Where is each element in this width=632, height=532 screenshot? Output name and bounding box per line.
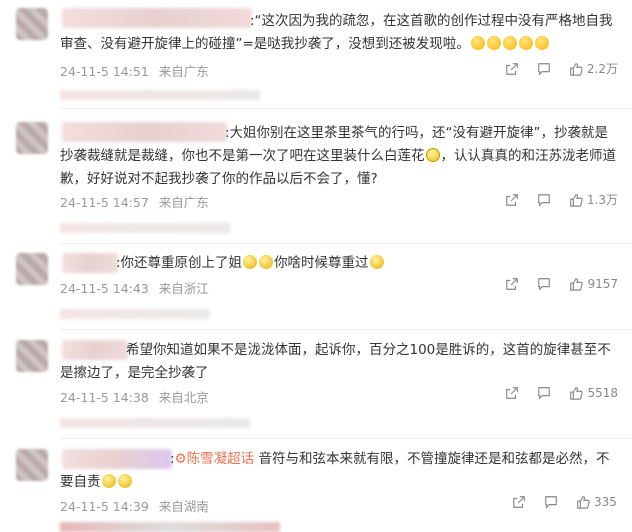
comment-meta: 24-11-5 14:57 来自广东 — [60, 192, 215, 211]
comment-date: 24-11-5 14:38 — [60, 390, 149, 405]
reply-preview-blurred — [60, 418, 250, 428]
avatar[interactable] — [16, 8, 48, 40]
comment-actions: 9157 — [487, 277, 618, 291]
comment-actions: 5518 — [487, 386, 618, 400]
emoji-icon — [243, 255, 258, 269]
comment-location: 来自北京 — [158, 390, 209, 405]
emoji-icon — [369, 255, 384, 269]
avatar[interactable] — [16, 253, 48, 285]
share-icon[interactable] — [512, 495, 526, 509]
like-icon[interactable] — [569, 62, 583, 76]
like-count: 335 — [594, 495, 617, 509]
share-icon[interactable] — [505, 386, 519, 400]
divider — [60, 329, 632, 330]
reply-preview-blurred — [60, 522, 280, 532]
like-icon[interactable] — [576, 495, 590, 509]
avatar[interactable] — [16, 340, 48, 372]
emoji-icon — [534, 36, 549, 50]
emoji-icon — [470, 36, 485, 50]
comment-location: 来自广东 — [158, 195, 209, 210]
comment-meta: 24-11-5 14:39 来自湖南 — [60, 496, 215, 515]
comment-text: 希望你知道如果不是泷泷体面，起诉你，百分之100是胜诉的，这首的旋律甚至不是擦边… — [60, 339, 620, 385]
like-count: 1.3万 — [586, 193, 618, 207]
chaohua-icon: ⚙ — [174, 451, 187, 467]
comment-date: 24-11-5 14:57 — [60, 195, 149, 210]
comment-location: 来自湖南 — [158, 499, 209, 514]
avatar[interactable] — [16, 449, 48, 481]
divider — [60, 108, 632, 109]
divider — [60, 243, 632, 244]
comment-date: 24-11-5 14:43 — [60, 281, 149, 296]
comment-date: 24-11-5 14:51 — [60, 64, 149, 79]
like-icon[interactable] — [569, 277, 584, 291]
comment-meta: 24-11-5 14:38 来自北京 — [60, 387, 215, 406]
like-count: 2.2万 — [586, 62, 618, 76]
comment-text: :大姐你别在这里茶里茶气的行吗，还“没有避开旋律”，抄袭就是抄袭裁缝就是裁缝，你… — [60, 122, 620, 191]
reply-preview-blurred — [60, 223, 230, 233]
emoji-icon — [101, 474, 116, 488]
like-count: 5518 — [587, 386, 618, 400]
emoji-icon — [502, 36, 517, 50]
emoji-icon — [117, 474, 132, 488]
comment-location: 来自广东 — [158, 64, 209, 79]
emoji-icon — [259, 255, 274, 269]
reply-preview-blurred — [60, 309, 210, 319]
emoji-icon — [425, 148, 440, 162]
comment-text-content: 你啥时候尊重过 — [274, 255, 369, 271]
emoji-icon — [486, 36, 501, 50]
emoji-icon — [518, 36, 533, 50]
like-count: 9157 — [587, 277, 618, 291]
comment-icon[interactable] — [537, 62, 551, 76]
reply-preview-blurred — [60, 90, 260, 100]
comment-actions: 2.2万 — [487, 60, 618, 77]
topic-mention-link[interactable]: 陈雪凝超话 — [187, 451, 255, 467]
comment-icon[interactable] — [544, 495, 558, 509]
avatar[interactable] — [16, 122, 48, 154]
comment-text-content: 希望你知道如果不是泷泷体面，起诉你，百分之100是胜诉的，这首的旋律甚至不是擦边… — [60, 342, 611, 381]
comment-date: 24-11-5 14:39 — [60, 499, 149, 514]
comment-actions: 335 — [494, 495, 618, 509]
comment-text-content: :你还尊重原创上了姐 — [116, 255, 243, 271]
comment-text: :“这次因为我的疏忽，在这首歌的创作过程中没有严格地自我审查、没有避开旋律上的碰… — [60, 10, 620, 56]
share-icon[interactable] — [505, 277, 519, 291]
like-icon[interactable] — [569, 386, 584, 400]
comment-text: :你还尊重原创上了姐 你啥时候尊重过 — [60, 252, 620, 275]
comment-actions: 1.3万 — [487, 191, 618, 208]
share-icon[interactable] — [505, 62, 519, 76]
like-icon[interactable] — [569, 193, 583, 207]
comment-icon[interactable] — [537, 386, 551, 400]
comment-meta: 24-11-5 14:43 来自浙江 — [60, 278, 215, 297]
share-icon[interactable] — [505, 193, 519, 207]
comment-text-content: 音符与和弦本来就有限，不管撞旋律还是和弦都是必然，不要自责 — [60, 451, 610, 490]
divider — [60, 438, 632, 439]
comment-icon[interactable] — [537, 277, 551, 291]
comment-text: :⚙陈雪凝超话 音符与和弦本来就有限，不管撞旋律还是和弦都是必然，不要自责 — [60, 448, 620, 494]
comment-icon[interactable] — [537, 193, 551, 207]
comment-meta: 24-11-5 14:51 来自广东 — [60, 61, 215, 80]
comment-location: 来自浙江 — [158, 281, 209, 296]
